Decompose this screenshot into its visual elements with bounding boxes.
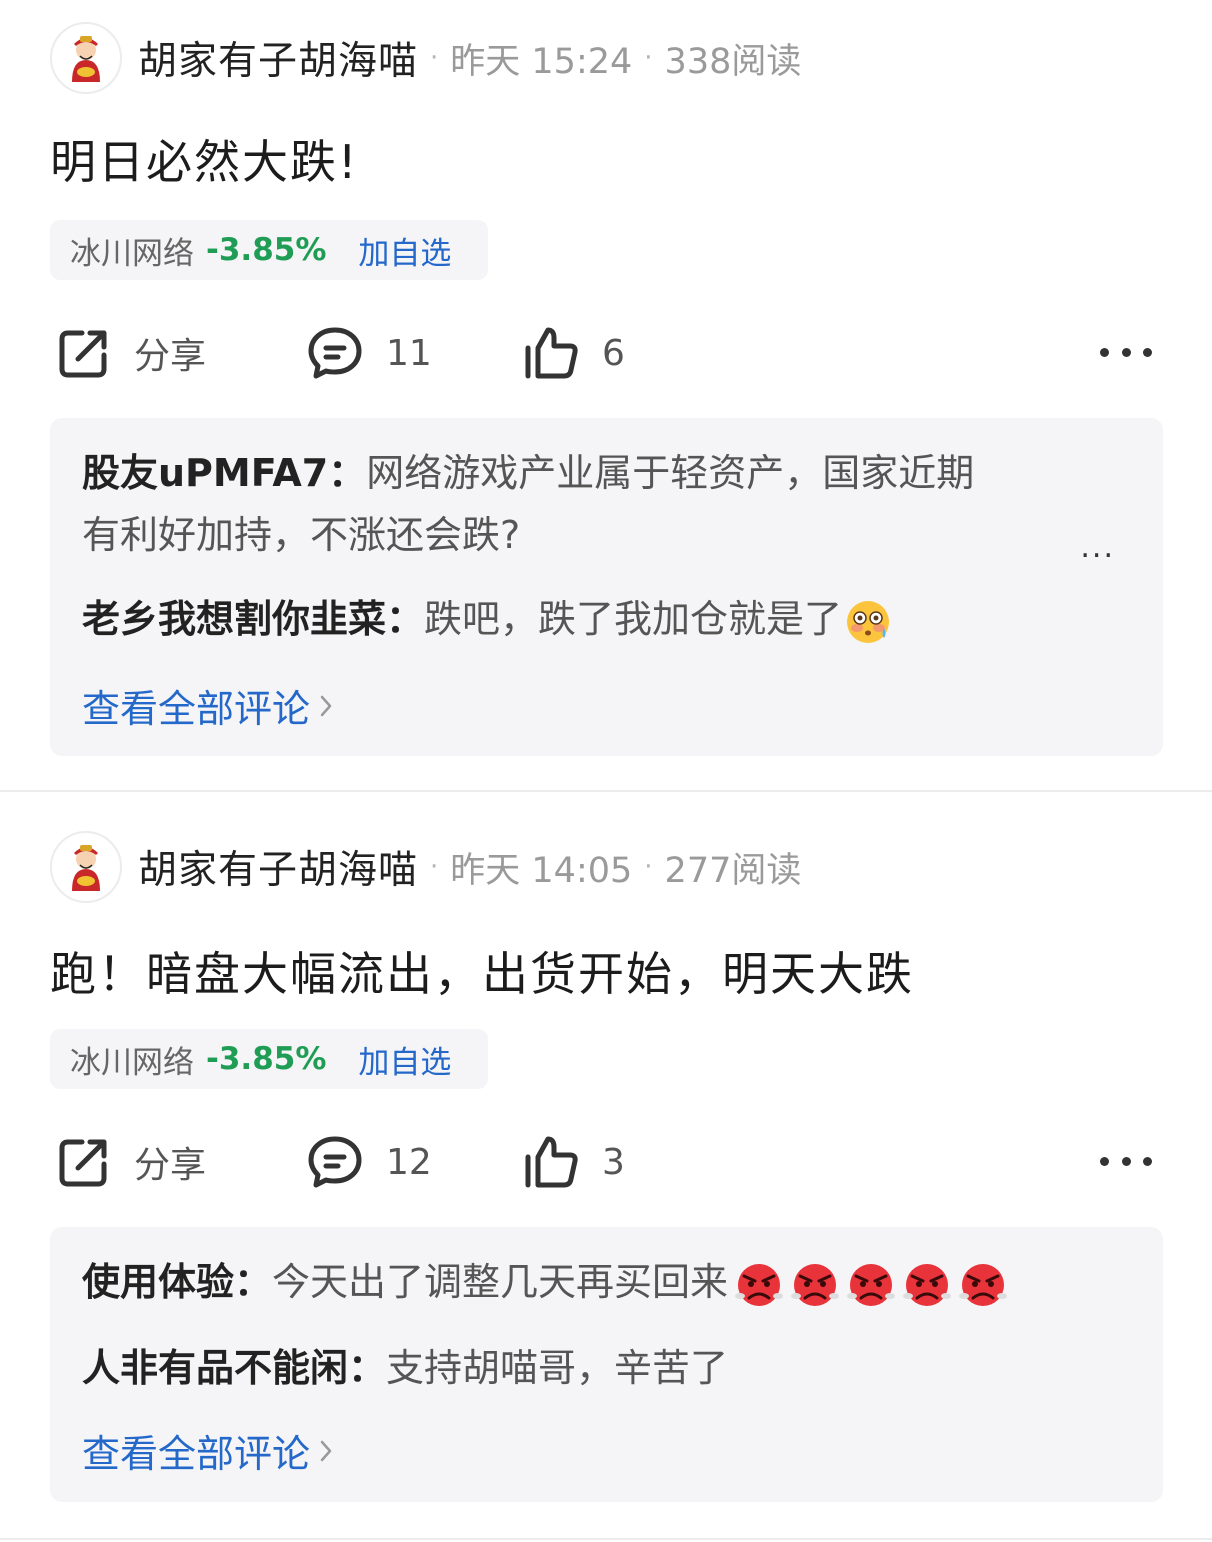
avatar[interactable] <box>50 22 122 94</box>
comment-user[interactable]: 人非有品不能闲 <box>82 1346 348 1390</box>
stock-name[interactable]: 冰川网络 <box>70 228 194 273</box>
read-count: 338阅读 <box>664 41 802 82</box>
chevron-right-icon <box>320 695 332 716</box>
comment-icon <box>308 1136 362 1188</box>
caishen-avatar-icon <box>72 36 100 82</box>
author-name[interactable]: 胡家有子胡海喵 <box>138 30 418 86</box>
stock-chip[interactable]: 冰川网络 -3.85% 加自选 <box>50 1029 488 1089</box>
stock-change: -3.85% <box>206 232 327 268</box>
like-button[interactable]: 6 <box>522 318 625 388</box>
comment-user[interactable]: 使用体验 <box>82 1260 234 1304</box>
angry-emoji-group <box>728 1260 1008 1306</box>
view-all-comments-link[interactable]: 查看全部评论 <box>82 1423 334 1478</box>
angry-face-icon <box>847 1263 896 1306</box>
share-icon <box>59 1139 107 1187</box>
more-dot-icon <box>1143 347 1152 357</box>
comment-text-cont: 有利好加持，不涨还会跌? <box>82 513 521 557</box>
like-count: 3 <box>602 1141 625 1183</box>
comment-item[interactable]: 人非有品不能闲：支持胡喵哥，辛苦了 <box>82 1337 1123 1399</box>
meta-dot: · <box>430 852 439 882</box>
comment-preview[interactable]: 股友uPMFA7：网络游戏产业属于轻资产，国家近期 有利好加持，不涨还会跌? .… <box>50 418 1163 756</box>
comment-item[interactable]: 老乡我想割你韭菜：跌吧，跌了我加仓就是了 <box>82 588 1123 650</box>
add-watchlist-button[interactable]: 加自选 <box>358 1037 451 1082</box>
share-button[interactable]: 分享 <box>56 1127 206 1197</box>
meta-dot: · <box>644 43 653 73</box>
post-body[interactable]: 跑！暗盘大幅流出，出货开始，明天大跌 <box>50 938 914 1004</box>
comment-text: 支持胡喵哥，辛苦了 <box>386 1346 729 1390</box>
comment-item[interactable]: 股友uPMFA7：网络游戏产业属于轻资产，国家近期 有利好加持，不涨还会跌? <box>82 442 1123 566</box>
comment-separator: ： <box>328 451 367 495</box>
like-count: 6 <box>602 332 625 374</box>
add-watchlist-button[interactable]: 加自选 <box>358 228 451 273</box>
post-header: 胡家有子胡海喵 · 昨天 14:05 · 277阅读 <box>50 827 801 907</box>
chevron-right-icon <box>320 1440 332 1461</box>
caishen-avatar-icon <box>72 845 100 891</box>
comment-button[interactable]: 12 <box>306 1127 432 1197</box>
comment-separator: ： <box>348 1346 387 1390</box>
post-time: 昨天 15:24 <box>450 41 633 82</box>
view-all-comments-link[interactable]: 查看全部评论 <box>82 678 334 733</box>
post-header: 胡家有子胡海喵 · 昨天 15:24 · 338阅读 <box>50 18 801 98</box>
more-dot-icon <box>1100 347 1109 357</box>
angry-face-icon <box>735 1263 784 1306</box>
more-options-button[interactable] <box>1100 338 1152 366</box>
share-label: 分享 <box>134 1145 207 1186</box>
angry-face-icon <box>791 1263 840 1306</box>
comment-user[interactable]: 老乡我想割你韭菜 <box>82 597 386 641</box>
post-divider <box>0 1538 1212 1540</box>
view-all-label: 查看全部评论 <box>82 1432 311 1476</box>
more-dot-icon <box>1100 1156 1109 1166</box>
share-label: 分享 <box>134 336 207 377</box>
comment-icon <box>308 327 362 379</box>
more-dot-icon <box>1121 347 1131 357</box>
post-time: 昨天 14:05 <box>450 850 633 891</box>
post-body[interactable]: 明日必然大跌! <box>50 126 358 192</box>
post-divider <box>0 790 1212 792</box>
comment-count: 12 <box>386 1141 432 1183</box>
thumbs-up-icon <box>525 1136 578 1188</box>
avatar[interactable] <box>50 831 122 903</box>
read-count: 277阅读 <box>664 850 802 891</box>
author-name[interactable]: 胡家有子胡海喵 <box>138 839 418 895</box>
comment-text: 网络游戏产业属于轻资产，国家近期 <box>366 451 975 495</box>
thumbs-up-icon <box>525 327 578 379</box>
comment-count: 11 <box>386 332 432 374</box>
comment-text: 今天出了调整几天再买回来 <box>272 1260 729 1304</box>
stock-change: -3.85% <box>206 1041 327 1077</box>
comment-user[interactable]: 股友uPMFA7 <box>82 451 328 495</box>
meta-dot: · <box>430 43 439 73</box>
angry-face-icon <box>903 1263 952 1306</box>
comment-more-mark[interactable]: ... <box>1080 530 1115 565</box>
comment-button[interactable]: 11 <box>306 318 432 388</box>
stock-chip[interactable]: 冰川网络 -3.85% 加自选 <box>50 220 488 280</box>
angry-face-icon <box>959 1263 1008 1306</box>
comment-separator: ： <box>234 1260 273 1304</box>
action-bar: 分享 12 3 <box>50 1127 1162 1197</box>
more-dot-icon <box>1143 1156 1152 1166</box>
like-button[interactable]: 3 <box>522 1127 625 1197</box>
more-dot-icon <box>1121 1156 1131 1166</box>
view-all-label: 查看全部评论 <box>82 687 311 731</box>
flushed-face-icon <box>847 600 890 643</box>
comment-separator: ： <box>386 597 425 641</box>
meta-dot: · <box>644 852 653 882</box>
more-options-button[interactable] <box>1100 1147 1152 1175</box>
stock-name[interactable]: 冰川网络 <box>70 1037 194 1082</box>
share-button[interactable]: 分享 <box>56 318 206 388</box>
share-icon <box>59 330 107 378</box>
comment-preview[interactable]: 使用体验：今天出了调整几天再买回来 人非有品不能闲：支持胡喵哥，辛苦了 查看全部… <box>50 1227 1163 1502</box>
comment-item[interactable]: 使用体验：今天出了调整几天再买回来 <box>82 1251 1123 1313</box>
action-bar: 分享 11 6 <box>50 318 1162 388</box>
comment-text: 跌吧，跌了我加仓就是了 <box>424 597 843 641</box>
